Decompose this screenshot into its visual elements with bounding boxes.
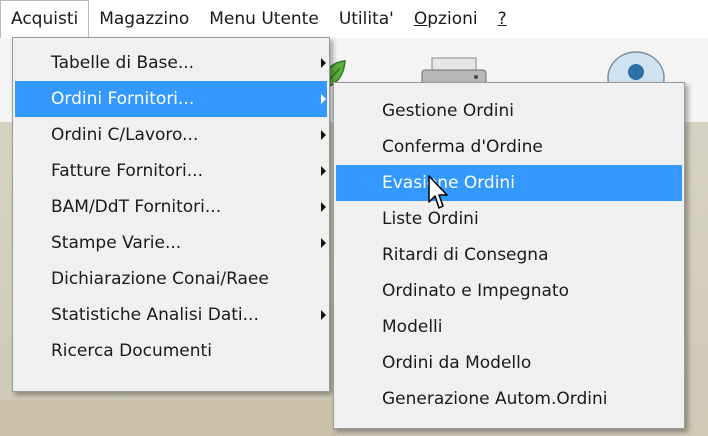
menu-item-label: Ricerca Documenti (51, 341, 212, 361)
menu-item-label: BAM/DdT Fornitori... (51, 197, 222, 217)
menu-item-label: Statistiche Analisi Dati... (51, 305, 259, 325)
submenu-item-ordinato-e-impegnato[interactable]: Ordinato e Impegnato (336, 273, 682, 309)
menu-item-tabelle-di-base[interactable]: Tabelle di Base... (15, 45, 327, 81)
menu-item-stampe-varie[interactable]: Stampe Varie... (15, 225, 327, 261)
menu-item-ordini-fornitori[interactable]: Ordini Fornitori... (15, 81, 327, 117)
chevron-right-icon (321, 238, 326, 248)
menu-item-statistiche-analisi-dati[interactable]: Statistiche Analisi Dati... (15, 297, 327, 333)
submenu-item-generazione-autom-ordini[interactable]: Generazione Autom.Ordini (336, 381, 682, 417)
status-area (0, 400, 340, 436)
menu-item-label: Fatture Fornitori... (51, 161, 203, 181)
chevron-right-icon (321, 130, 326, 140)
submenu-item-gestione-ordini[interactable]: Gestione Ordini (336, 93, 682, 129)
menu-bar: Acquisti Magazzino Menu Utente Utilita' … (0, 0, 708, 38)
submenu-item-conferma-ordine[interactable]: Conferma d'Ordine (336, 129, 682, 165)
ordini-fornitori-submenu: Gestione Ordini Conferma d'Ordine Evasio… (333, 82, 685, 429)
menu-item-dichiarazione-conai-raee[interactable]: Dichiarazione Conai/Raee (15, 261, 327, 297)
chevron-right-icon (321, 94, 326, 104)
acquisti-dropdown: Tabelle di Base... Ordini Fornitori... O… (12, 37, 330, 392)
chevron-right-icon (321, 310, 326, 320)
submenu-item-ordini-da-modello[interactable]: Ordini da Modello (336, 345, 682, 381)
menu-item-label: Ordini C/Lavoro... (51, 125, 199, 145)
menu-item-label: Tabelle di Base... (51, 53, 195, 73)
chevron-right-icon (321, 166, 326, 176)
menu-opzioni[interactable]: Opzioni (404, 0, 488, 38)
menu-item-label: Ordini Fornitori... (51, 89, 195, 109)
menu-item-bam-ddt-fornitori[interactable]: BAM/DdT Fornitori... (15, 189, 327, 225)
menu-item-ricerca-documenti[interactable]: Ricerca Documenti (15, 333, 327, 369)
chevron-right-icon (321, 58, 326, 68)
chevron-right-icon (321, 202, 326, 212)
menu-magazzino[interactable]: Magazzino (89, 0, 199, 38)
menu-item-ordini-c-lavoro[interactable]: Ordini C/Lavoro... (15, 117, 327, 153)
menu-menu-utente[interactable]: Menu Utente (199, 0, 329, 38)
mouse-pointer-icon (428, 175, 448, 209)
menu-utilita[interactable]: Utilita' (329, 0, 404, 38)
menu-item-label: Dichiarazione Conai/Raee (51, 269, 269, 289)
submenu-item-ritardi-di-consegna[interactable]: Ritardi di Consegna (336, 237, 682, 273)
menu-opzioni-label-rest: pzioni (427, 9, 478, 29)
menu-item-label: Stampe Varie... (51, 233, 182, 253)
menu-acquisti[interactable]: Acquisti (0, 0, 90, 38)
menu-item-fatture-fornitori[interactable]: Fatture Fornitori... (15, 153, 327, 189)
submenu-item-liste-ordini[interactable]: Liste Ordini (336, 201, 682, 237)
menu-help-label: ? (497, 9, 507, 29)
submenu-item-evasione-ordini[interactable]: Evasione Ordini (336, 165, 682, 201)
submenu-item-modelli[interactable]: Modelli (336, 309, 682, 345)
menu-help[interactable]: ? (488, 0, 517, 38)
menu-opzioni-mnemonic: O (413, 9, 428, 29)
